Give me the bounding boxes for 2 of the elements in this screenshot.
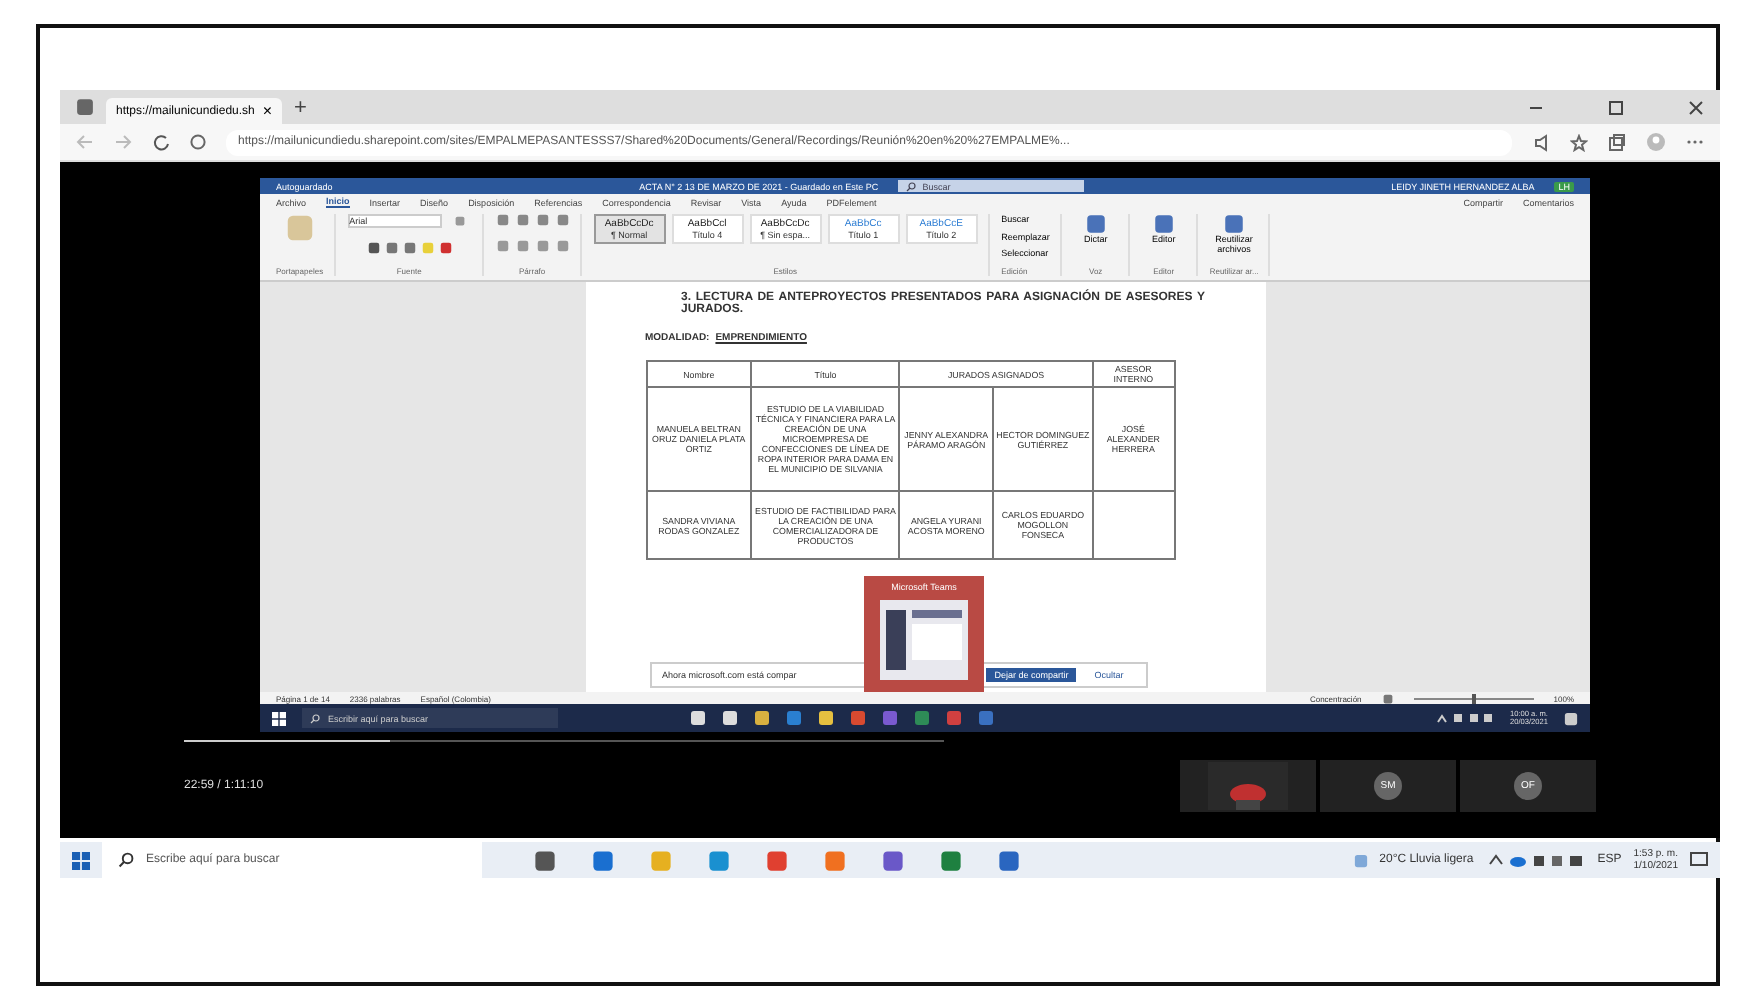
new-tab-button[interactable]: + — [294, 95, 307, 119]
close-icon[interactable]: × — [262, 102, 273, 120]
